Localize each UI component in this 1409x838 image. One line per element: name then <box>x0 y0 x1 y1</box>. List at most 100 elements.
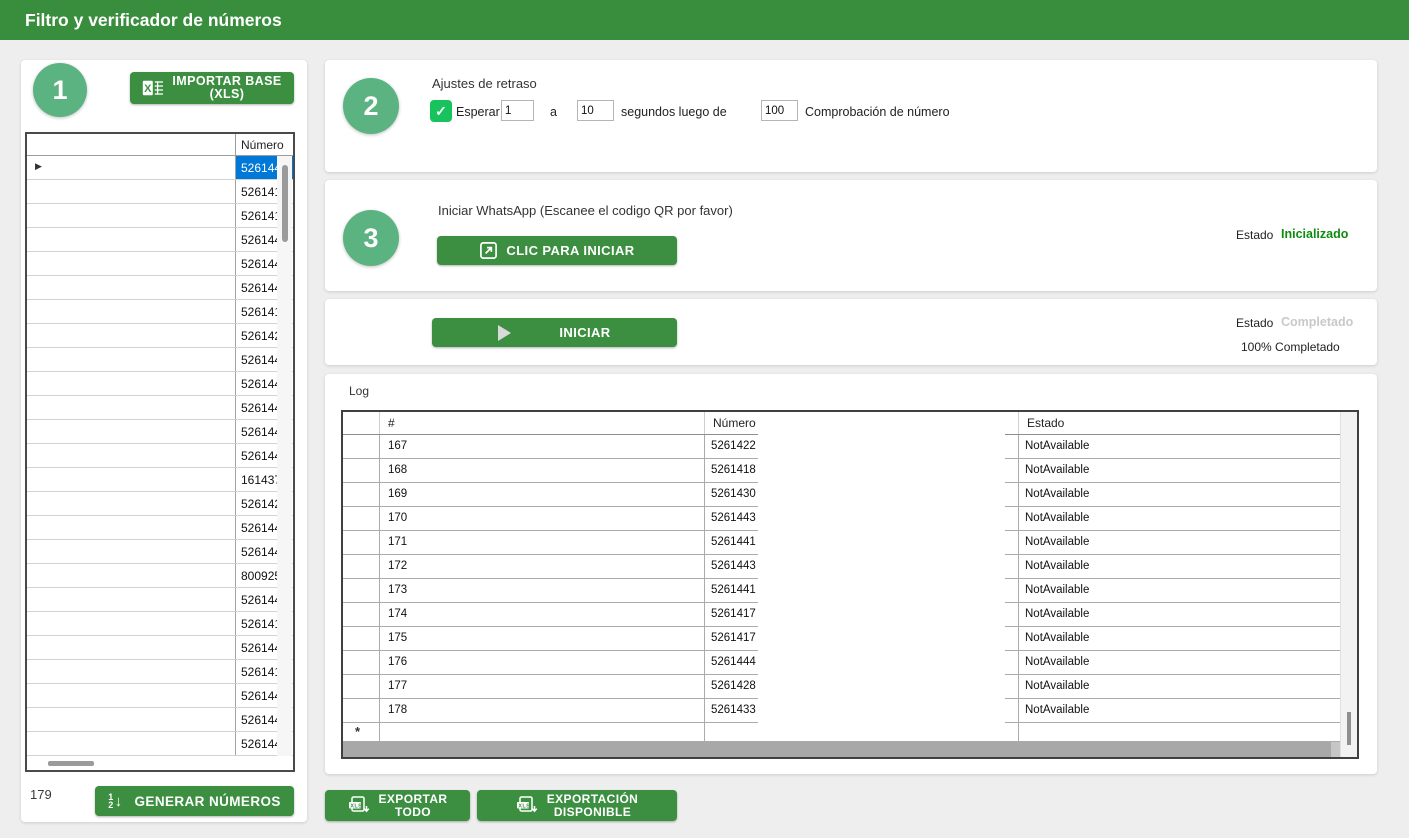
log-status-cell: NotAvailable <box>1019 651 1357 674</box>
row-header-cell <box>27 588 235 611</box>
log-row-header-cell <box>343 579 380 602</box>
grid-row[interactable]: 526144 <box>27 444 293 468</box>
export-available-label: EXPORTACIÓN DISPONIBLE <box>547 793 639 819</box>
step1-panel: 1 X IMPORTAR BASE (XLS) <box>21 60 307 822</box>
export-available-button[interactable]: XLS EXPORTACIÓN DISPONIBLE <box>477 790 677 821</box>
range-separator-label: a <box>550 105 557 119</box>
row-header-cell <box>27 492 235 515</box>
log-horizontal-scrollbar[interactable] <box>343 742 1341 757</box>
log-index-column-header[interactable]: # <box>380 412 705 434</box>
log-status-cell: NotAvailable <box>1019 531 1357 554</box>
row-header-cell: ▶ <box>27 156 235 179</box>
grid-row[interactable]: 161437 <box>27 468 293 492</box>
excel-icon: X <box>142 80 164 96</box>
whatsapp-status-label: Estado <box>1236 228 1273 242</box>
log-index-cell: 170 <box>380 507 705 530</box>
delay-settings-heading: Ajustes de retraso <box>432 76 537 91</box>
grid-row[interactable]: 526144 <box>27 684 293 708</box>
grid-row[interactable]: 526144 <box>27 540 293 564</box>
grid-row[interactable]: 526141 <box>27 660 293 684</box>
log-index-cell: 172 <box>380 555 705 578</box>
grid-row[interactable]: 526141 <box>27 204 293 228</box>
grid-row[interactable]: 526144 <box>27 708 293 732</box>
row-header-cell <box>27 252 235 275</box>
grid-row[interactable]: 526144 <box>27 516 293 540</box>
grid-row[interactable]: 526141 <box>27 300 293 324</box>
row-header-cell <box>27 276 235 299</box>
numbers-grid-vertical-scrollbar[interactable] <box>277 156 292 756</box>
app-title: Filtro y verificador de números <box>25 0 282 40</box>
numbers-grid-horizontal-scrollbar[interactable] <box>28 757 276 769</box>
play-icon <box>498 325 511 341</box>
grid-row[interactable]: 526144 <box>27 732 293 756</box>
grid-row[interactable]: 526144 <box>27 588 293 612</box>
log-index-cell: 173 <box>380 579 705 602</box>
step1-badge: 1 <box>33 63 87 117</box>
row-header-cell <box>27 348 235 371</box>
log-vertical-scrollbar-thumb[interactable] <box>1347 712 1351 745</box>
run-status-label: Estado <box>1236 316 1273 330</box>
log-row-header-cell <box>343 555 380 578</box>
log-horizontal-scrollbar-thumb[interactable] <box>343 742 1331 757</box>
grid-row[interactable]: 526144 <box>27 276 293 300</box>
row-header-cell <box>27 444 235 467</box>
log-index-cell: 167 <box>380 435 705 458</box>
grid-row[interactable]: 526141 <box>27 180 293 204</box>
vertical-scrollbar-thumb[interactable] <box>282 165 288 242</box>
grid-row[interactable]: 526144 <box>27 252 293 276</box>
grid-row[interactable]: 526144 <box>27 420 293 444</box>
batch-count-input[interactable] <box>761 100 798 121</box>
log-estado-column-header[interactable]: Estado <box>1019 412 1357 434</box>
log-row-header-cell <box>343 531 380 554</box>
row-header-cell <box>27 732 235 755</box>
wait-max-input[interactable] <box>577 100 614 121</box>
click-to-start-button[interactable]: CLIC PARA INICIAR <box>437 236 677 265</box>
grid-row[interactable]: 800925 <box>27 564 293 588</box>
log-vertical-scrollbar[interactable] <box>1340 412 1357 757</box>
log-status-cell: NotAvailable <box>1019 675 1357 698</box>
grid-row[interactable]: ▶526144 <box>27 156 293 180</box>
grid-row[interactable]: 526141 <box>27 612 293 636</box>
log-status-cell: NotAvailable <box>1019 459 1357 482</box>
numbers-grid-body: ▶526144526141526141526144526144526144526… <box>27 156 293 756</box>
log-status-cell: NotAvailable <box>1019 555 1357 578</box>
seconds-after-label: segundos luego de <box>621 105 727 119</box>
row-header-cell <box>27 540 235 563</box>
import-base-button[interactable]: X IMPORTAR BASE (XLS) <box>130 72 294 104</box>
title-bar: Filtro y verificador de números <box>0 0 1409 40</box>
row-header-cell <box>27 180 235 203</box>
horizontal-scrollbar-thumb[interactable] <box>48 761 94 766</box>
sort-numeric-icon: 12↓ <box>108 793 122 809</box>
grid-row[interactable]: 526142 <box>27 324 293 348</box>
log-row-header-column <box>343 412 380 434</box>
row-count: 179 <box>30 787 52 802</box>
whatsapp-start-heading: Iniciar WhatsApp (Escanee el codigo QR p… <box>438 203 733 218</box>
grid-row[interactable]: 526144 <box>27 636 293 660</box>
new-row-indicator: * <box>355 724 360 739</box>
row-header-cell <box>27 228 235 251</box>
row-header-cell <box>27 564 235 587</box>
wait-min-input[interactable] <box>501 100 534 121</box>
grid-row[interactable]: 526144 <box>27 396 293 420</box>
log-index-cell: 175 <box>380 627 705 650</box>
generate-numbers-button[interactable]: 12↓ GENERAR NÚMEROS <box>95 786 294 816</box>
log-panel: Log # Número Estado 1675261422NotAvailab… <box>325 374 1377 774</box>
svg-text:X: X <box>145 83 153 95</box>
grid-row[interactable]: 526142 <box>27 492 293 516</box>
row-header-cell <box>27 516 235 539</box>
log-index-cell: 174 <box>380 603 705 626</box>
numero-column-header[interactable]: Número <box>235 134 293 155</box>
xls-export-icon: XLS <box>516 796 539 815</box>
check-icon: ✓ <box>435 103 447 120</box>
export-all-button[interactable]: XLS EXPORTAR TODO <box>325 790 470 821</box>
grid-row[interactable]: 526144 <box>27 348 293 372</box>
start-button[interactable]: INICIAR <box>432 318 677 347</box>
row-header-cell <box>27 660 235 683</box>
grid-row[interactable]: 526144 <box>27 228 293 252</box>
run-status-value: Completado <box>1281 315 1353 329</box>
grid-row[interactable]: 526144 <box>27 372 293 396</box>
wait-checkbox[interactable]: ✓ <box>430 100 452 122</box>
launch-icon <box>479 241 498 260</box>
xls-export-icon: XLS <box>348 796 371 815</box>
whatsapp-status-value: Inicializado <box>1281 227 1348 241</box>
